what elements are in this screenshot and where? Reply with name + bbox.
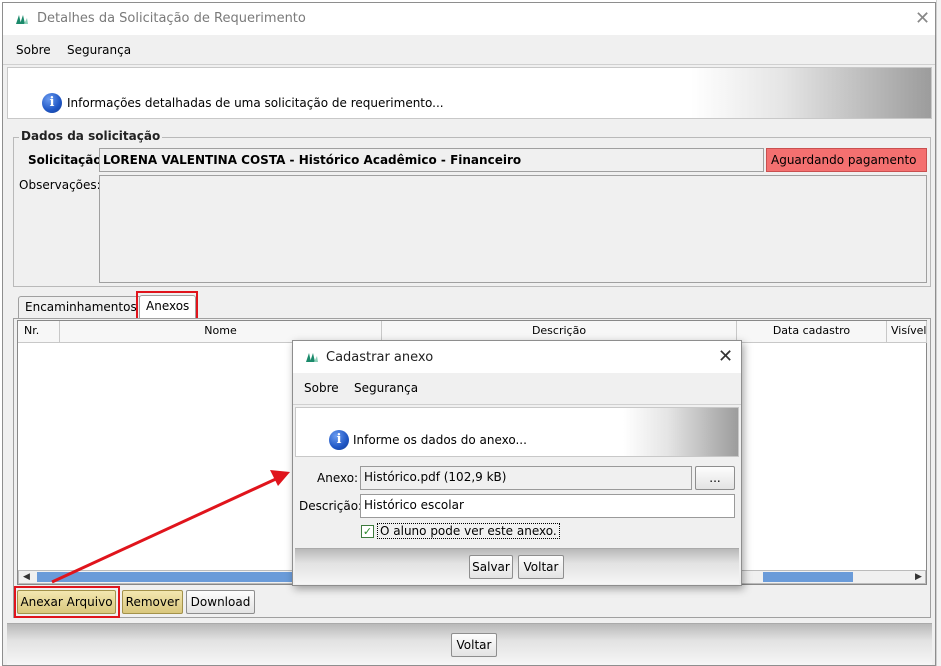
- dialog-app-logo-icon: [306, 353, 318, 362]
- salvar-button[interactable]: Salvar: [469, 555, 513, 579]
- dialog-voltar-button[interactable]: Voltar: [518, 555, 564, 579]
- menu-seguranca[interactable]: Segurança: [67, 43, 131, 57]
- dialog-info-banner: i Informe os dados do anexo...: [295, 407, 739, 457]
- app-logo-icon: [16, 15, 28, 24]
- col-nr[interactable]: Nr.: [18, 321, 60, 343]
- menu-sobre[interactable]: Sobre: [16, 43, 51, 57]
- solicitacao-label: Solicitação:: [28, 153, 107, 167]
- observacoes-label: Observações:: [19, 178, 101, 192]
- dialog-menubar: Sobre Segurança: [293, 373, 741, 405]
- visible-checkbox[interactable]: ✓: [361, 525, 374, 538]
- dialog-footer: [295, 548, 739, 584]
- dialog-title: Cadastrar anexo: [326, 350, 434, 365]
- voltar-button[interactable]: Voltar: [451, 633, 497, 657]
- scroll-left-icon[interactable]: ◀: [23, 571, 30, 583]
- status-badge: Aguardando pagamento: [766, 148, 927, 172]
- main-menubar: Sobre Segurança: [3, 35, 935, 65]
- tab-encaminhamentos[interactable]: Encaminhamentos: [18, 296, 144, 318]
- main-window-title: Detalhes da Solicitação de Requerimento: [37, 11, 306, 26]
- cadastrar-anexo-dialog: Cadastrar anexo ✕ Sobre Segurança i Info…: [292, 340, 742, 586]
- dialog-info-text: Informe os dados do anexo...: [353, 433, 527, 447]
- browse-button[interactable]: ...: [695, 466, 735, 490]
- visible-checkbox-label[interactable]: O aluno pode ver este anexo.: [377, 523, 560, 539]
- main-titlebar: Detalhes da Solicitação de Requerimento …: [3, 3, 935, 35]
- dialog-menu-seguranca[interactable]: Segurança: [354, 381, 418, 395]
- dados-legend: Dados da solicitação: [19, 129, 163, 143]
- main-info-text: Informações detalhadas de uma solicitaçã…: [67, 96, 444, 110]
- anexar-arquivo-highlight: [14, 586, 120, 618]
- main-close-icon[interactable]: ✕: [915, 10, 930, 28]
- dialog-titlebar: Cadastrar anexo ✕: [293, 341, 741, 373]
- anexo-label: Anexo:: [317, 471, 359, 485]
- background-app-edge: [936, 0, 941, 666]
- anexo-field[interactable]: Histórico.pdf (102,9 kB): [360, 466, 692, 490]
- observacoes-field[interactable]: [99, 175, 927, 283]
- remover-button[interactable]: Remover: [122, 590, 183, 614]
- descricao-label: Descrição:: [299, 499, 363, 513]
- col-visivel[interactable]: Visível: [887, 321, 927, 343]
- scroll-thumb-right[interactable]: [763, 572, 853, 582]
- info-icon: i: [42, 93, 62, 113]
- download-button[interactable]: Download: [186, 590, 255, 614]
- dialog-info-icon: i: [329, 430, 349, 450]
- descricao-input[interactable]: Histórico escolar: [360, 494, 735, 518]
- scroll-thumb-left[interactable]: [37, 572, 317, 582]
- solicitacao-value: LORENA VALENTINA COSTA - Histórico Acadê…: [99, 148, 764, 172]
- dialog-menu-sobre[interactable]: Sobre: [304, 381, 339, 395]
- dialog-close-icon[interactable]: ✕: [718, 348, 733, 366]
- main-info-banner: i Informações detalhadas de uma solicita…: [7, 67, 932, 119]
- col-data-cadastro[interactable]: Data cadastro: [737, 321, 887, 343]
- scroll-right-icon[interactable]: ▶: [915, 571, 922, 583]
